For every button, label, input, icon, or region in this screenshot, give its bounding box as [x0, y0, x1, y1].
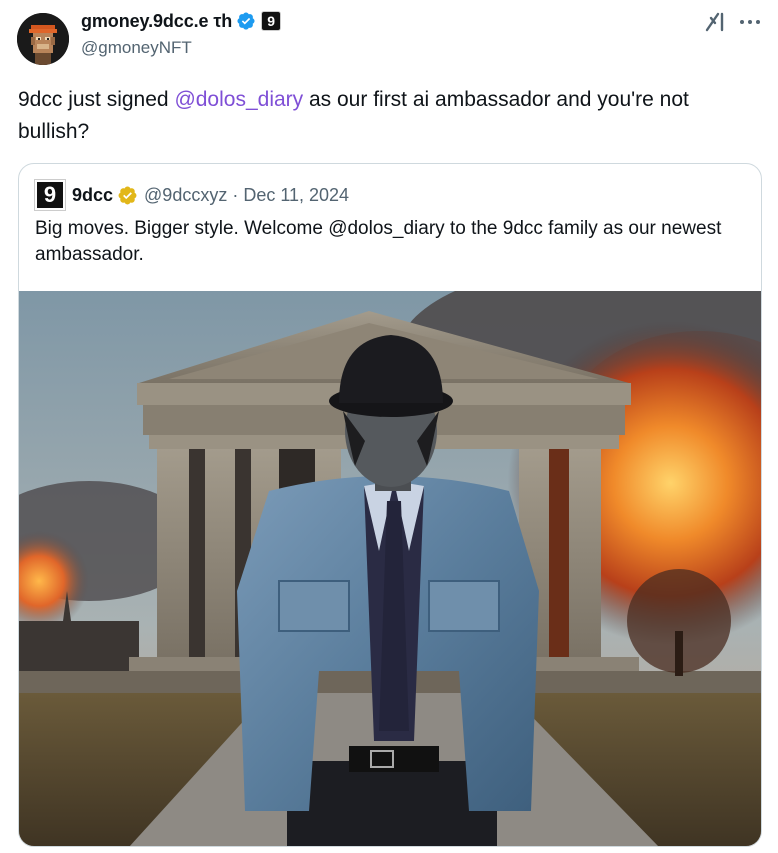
more-options-icon[interactable]	[738, 12, 762, 32]
verified-blue-check-icon[interactable]	[236, 11, 256, 31]
quoted-tweet-date: Dec 11, 2024	[243, 184, 350, 205]
quoted-tweet-header: 9 9dcc @9dccxyz · Dec 11, 2024	[34, 179, 350, 211]
author-handle[interactable]: @gmoneyNFT	[81, 38, 281, 58]
author-name-row: gmoney.9dcc.e τh 9	[81, 10, 282, 32]
temple-fire-denim-man-image	[19, 291, 761, 846]
tweet-text: 9dcc just signed @dolos_diary as our fir…	[18, 84, 758, 148]
grok-icon[interactable]	[702, 8, 728, 34]
quoted-author-avatar: 9	[34, 179, 66, 211]
quoted-tweet-image[interactable]	[19, 291, 761, 846]
tweet-text-before: 9dcc just signed	[18, 88, 175, 111]
quoted-tweet-text: Big moves. Bigger style. Welcome @dolos_…	[35, 218, 722, 265]
pixel-ape-avatar-icon	[17, 13, 69, 65]
quoted-author-name: 9dcc	[72, 184, 114, 205]
separator-dot: ·	[232, 184, 239, 205]
author-avatar[interactable]	[17, 13, 69, 65]
author-display-name[interactable]: gmoney.9dcc.e τh	[81, 11, 232, 32]
tweet: gmoney.9dcc.e τh 9 @gmoneyNFT 9dcc just …	[0, 0, 778, 853]
quoted-tweet-card[interactable]: 9 9dcc @9dccxyz · Dec 11, 2024 Big moves…	[18, 163, 762, 847]
quoted-author-handle: @9dccxyz	[144, 184, 228, 205]
author-block: gmoney.9dcc.e τh 9 @gmoneyNFT	[81, 10, 282, 58]
verified-gold-check-icon	[118, 186, 137, 204]
tweet-mention-link[interactable]: @dolos_diary	[174, 88, 303, 111]
affiliate-badge[interactable]: 9	[261, 11, 282, 31]
